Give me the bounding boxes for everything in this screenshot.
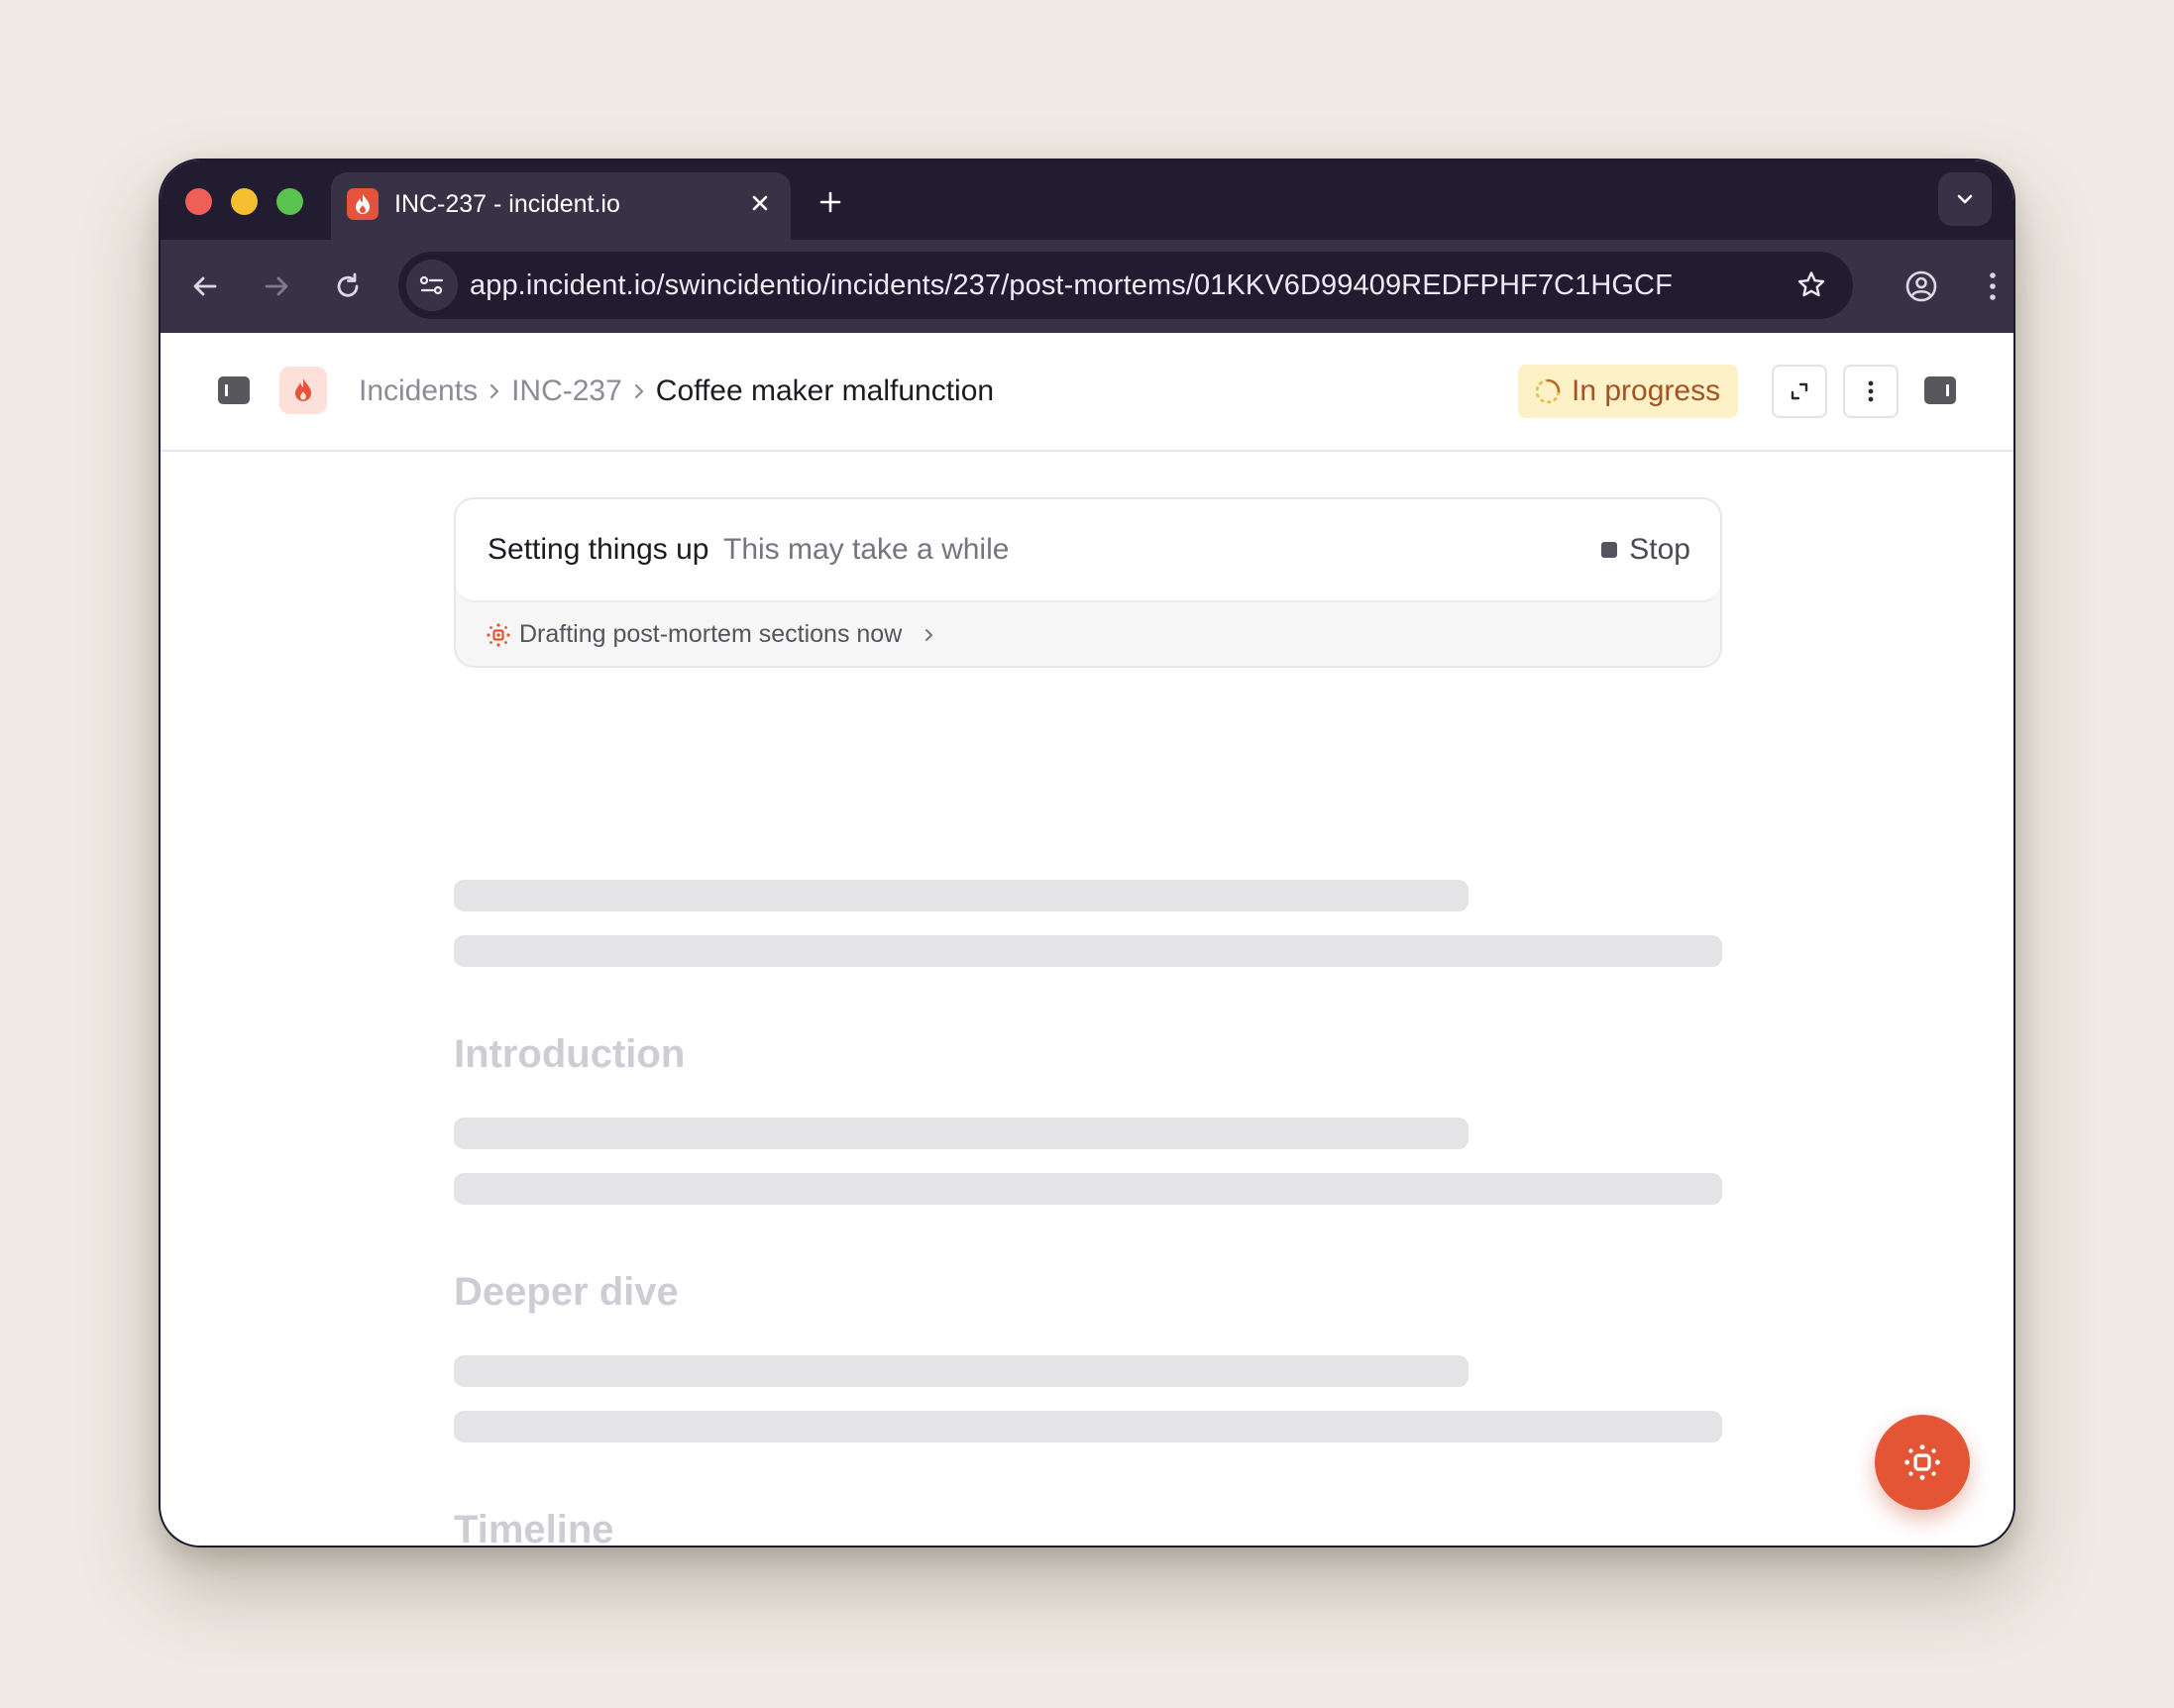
section-heading-deeper-dive: Deeper dive [454,1270,679,1314]
in-progress-spinner-icon [1535,378,1561,404]
back-arrow-icon[interactable] [180,262,230,311]
close-tab-icon[interactable] [743,186,777,220]
forward-arrow-icon[interactable] [252,262,301,311]
ai-sparkle-icon [1904,1444,1940,1480]
stop-button[interactable]: Stop [1601,533,1690,567]
minimize-window-button[interactable] [231,188,258,215]
skeleton-line [454,1411,1722,1442]
browser-tab[interactable]: INC-237 - incident.io [331,172,791,240]
chevron-right-icon [488,381,501,401]
browser-toolbar: app.incident.io/swincidentio/incidents/2… [161,240,2013,333]
browser-menu-icon[interactable] [1968,262,2013,311]
url-text[interactable]: app.incident.io/swincidentio/incidents/2… [470,269,1673,302]
skeleton-line [454,1173,1722,1205]
stop-label: Stop [1629,533,1690,566]
breadcrumb-current: Coffee maker malfunction [655,374,995,407]
setup-subtitle: This may take a while [723,533,1010,566]
skeleton-line [454,1118,1468,1149]
skeleton-line [454,1355,1468,1387]
drafting-label: Drafting post-mortem sections now [519,620,903,648]
stop-icon [1601,542,1618,558]
bookmark-star-icon[interactable] [1788,262,1835,309]
left-sidebar-toggle-icon[interactable] [218,376,250,404]
new-tab-icon[interactable] [811,182,850,222]
breadcrumb-incidents[interactable]: Incidents [359,374,478,408]
tab-title: INC-237 - incident.io [394,190,620,218]
skeleton-line [454,880,1468,911]
chevron-right-icon [925,628,933,641]
right-sidebar-toggle-icon[interactable] [1924,376,1956,404]
section-heading-introduction: Introduction [454,1032,686,1076]
more-vertical-icon [1868,380,1874,402]
setup-progress-card: Setting things up This may take a while … [454,497,1722,668]
breadcrumb: Incidents INC-237 Coffee maker malfuncti… [359,374,994,408]
setup-title: Setting things up [488,533,709,566]
breadcrumb-incident-id[interactable]: INC-237 [511,374,622,408]
post-mortem-content: Setting things up This may take a while … [454,497,1722,1546]
tab-strip: INC-237 - incident.io [161,160,2013,240]
section-heading-timeline: Timeline [454,1508,614,1548]
ai-sparkle-icon [487,622,510,647]
setup-card-header: Setting things up This may take a while … [456,499,1720,602]
browser-window: INC-237 - incident.io app.incident.io/sw [159,159,2015,1548]
chevron-right-icon [632,381,646,401]
incident-flame-icon[interactable] [279,367,327,414]
status-label: In progress [1572,374,1721,407]
ai-assistant-button[interactable] [1875,1415,1970,1510]
address-bar[interactable]: app.incident.io/swincidentio/incidents/2… [398,252,1853,319]
drafting-status-link[interactable]: Drafting post-mortem sections now [486,620,937,649]
maximize-window-button[interactable] [276,188,303,215]
more-options-button[interactable] [1843,365,1899,418]
status-badge[interactable]: In progress [1518,365,1739,418]
tab-search-chevron-icon[interactable] [1938,172,1992,226]
expand-button[interactable] [1772,365,1827,418]
close-window-button[interactable] [185,188,212,215]
reload-icon[interactable] [323,262,373,311]
flame-icon [347,188,379,220]
expand-icon [1791,382,1808,400]
skeleton-line [454,935,1722,967]
site-settings-icon[interactable] [406,260,458,311]
profile-icon[interactable] [1897,262,1946,311]
app-header: Incidents INC-237 Coffee maker malfuncti… [161,333,2013,452]
